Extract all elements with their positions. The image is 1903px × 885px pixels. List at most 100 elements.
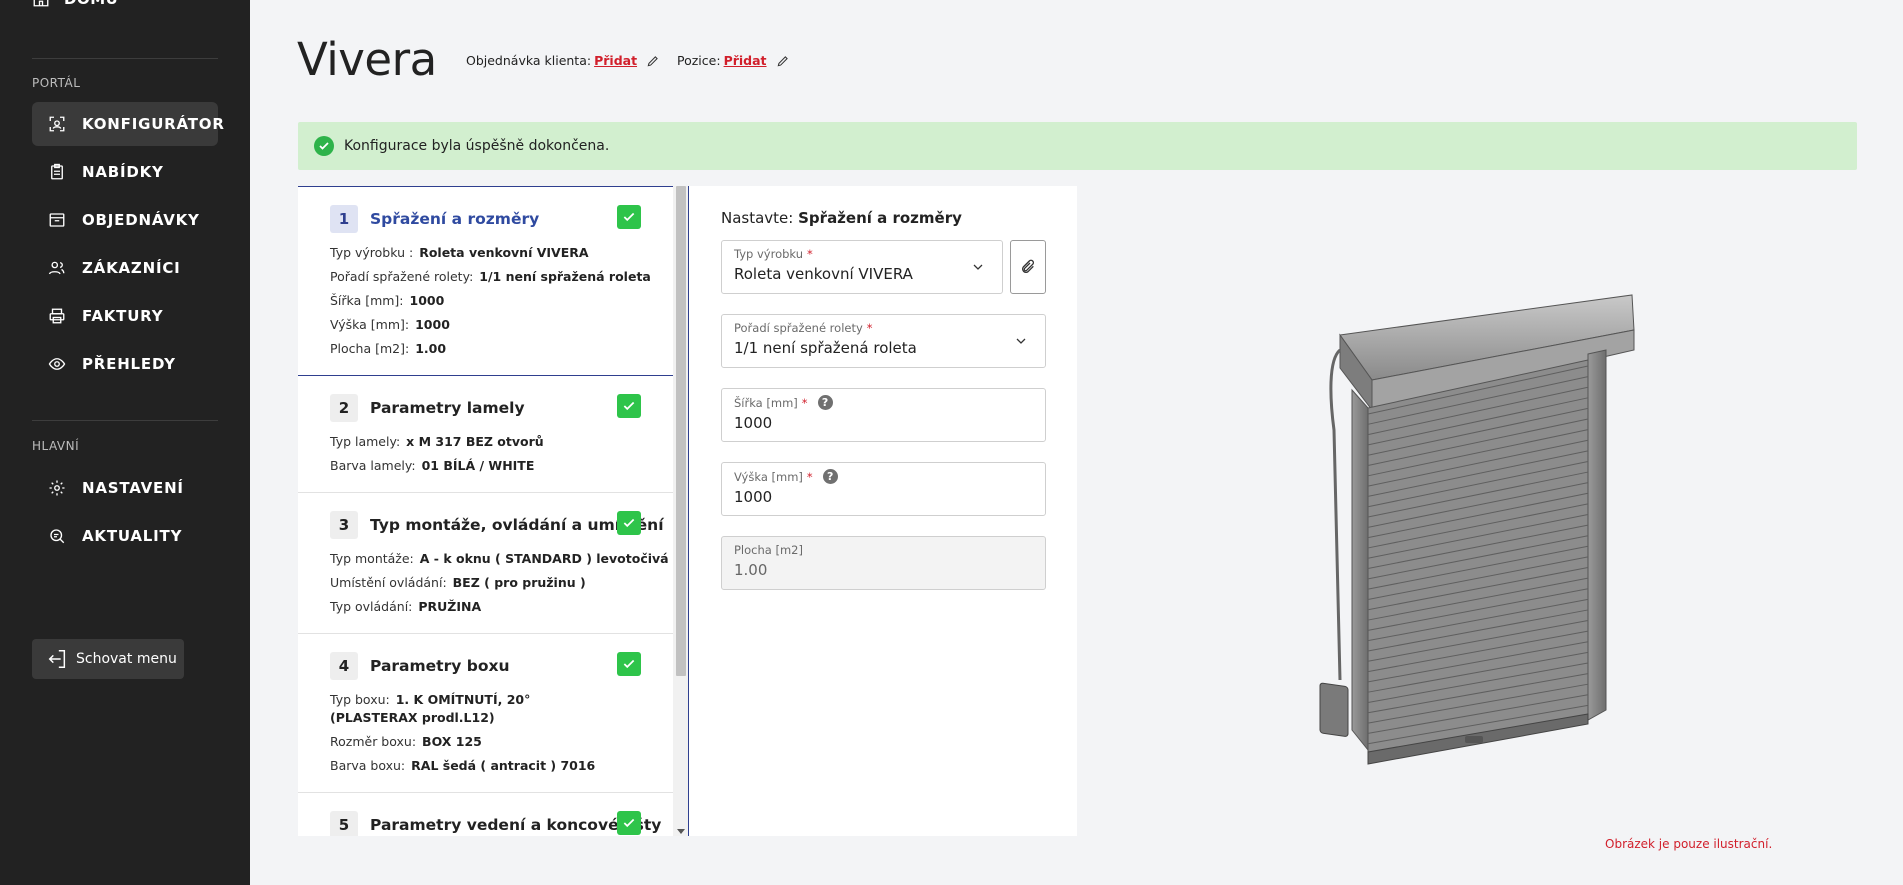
step-title: Parametry lamely (370, 399, 525, 417)
check-icon (617, 652, 641, 676)
step-row: Typ ovládání: PRUŽINA (330, 595, 673, 619)
row-label: Typ ovládání: (330, 599, 413, 614)
step-row: Plocha [m2]: 1.00 (330, 337, 673, 361)
step-2[interactable]: 2 Parametry lamely Typ lamely: x M 317 BE… (298, 376, 673, 493)
row-label: Pořadí spřažené rolety: (330, 269, 474, 284)
row-value: BOX 125 (422, 734, 482, 749)
gear-icon (49, 480, 65, 496)
required-mark: * (807, 247, 813, 261)
row-label: Rozměr boxu: (330, 734, 417, 749)
sidebar-item-home[interactable]: DOMŮ (32, 0, 118, 8)
collapse-menu-icon (48, 650, 66, 668)
step-row: Typ lamely: x M 317 BEZ otvorů (330, 430, 673, 454)
height-input[interactable]: Výška [mm] *? 1000 (721, 462, 1046, 516)
required-mark: * (866, 321, 873, 335)
sidebar-item-label: DOMŮ (64, 0, 118, 8)
step-1[interactable]: 1 Spřažení a rozměry Typ výrobku : Roleta… (298, 186, 673, 376)
news-search-icon (50, 529, 65, 544)
position: Pozice: Přidat (677, 53, 790, 68)
sidebar-section-hlavni: HLAVNÍ (32, 439, 80, 453)
chevron-down-icon (973, 264, 983, 270)
field-value: 1/1 není spřažená roleta (734, 339, 917, 357)
field-value: Roleta venkovní VIVERA (734, 265, 913, 283)
coupled-order-select[interactable]: Pořadí spřažené rolety * 1/1 není spřažen… (721, 314, 1046, 368)
pencil-icon[interactable] (646, 54, 660, 68)
step-row: Barva boxu: RAL šedá ( antracit ) 7016 (330, 754, 673, 778)
clipboard-icon (51, 163, 63, 180)
steps-panel: 1 Spřažení a rozměry Typ výrobku : Roleta… (298, 186, 689, 836)
step-row: Barva lamely: 01 BÍLÁ / WHITE (330, 454, 673, 478)
step-number: 3 (330, 511, 358, 539)
step-row: Pořadí spřažené rolety: 1/1 není spřažená… (330, 265, 673, 289)
paperclip-icon (1022, 259, 1034, 273)
step-title: Spřažení a rozměry (370, 210, 540, 228)
client-order: Objednávka klienta: Přidat (466, 53, 660, 68)
step-3[interactable]: 3 Typ montáže, ovládání a umístění Typ m… (298, 493, 673, 634)
steps-scrollbar[interactable] (673, 186, 689, 836)
step-number: 5 (330, 811, 358, 836)
step-5[interactable]: 5 Parametry vedení a koncové lišty (298, 793, 673, 836)
position-add-link[interactable]: Přidat (724, 53, 767, 68)
sidebar-divider (32, 58, 218, 59)
success-alert: Konfigurace byla úspěšně dokončena. (298, 122, 1857, 170)
check-circle-icon (314, 136, 334, 156)
scan-icon (49, 116, 65, 132)
hide-menu-label: Schovat menu (76, 651, 177, 667)
row-value: 01 BÍLÁ / WHITE (421, 458, 535, 473)
row-value: PRUŽINA (418, 599, 482, 614)
roller-shutter-image (1319, 294, 1635, 765)
product-type-select[interactable]: Typ výrobku * Roleta venkovní VIVERA (721, 240, 1003, 294)
sidebar-item-label: KONFIGURÁTOR (82, 115, 225, 133)
scroll-down-arrow-icon[interactable] (677, 829, 685, 834)
row-value: 1000 (409, 293, 445, 308)
check-icon (617, 811, 641, 835)
step-row: Rozměr boxu: BOX 125 (330, 730, 673, 754)
row-label: Barva lamely: (330, 458, 416, 473)
required-mark: * (801, 395, 808, 410)
row-value: 1/1 není spřažená roleta (479, 269, 651, 284)
client-order-add-link[interactable]: Přidat (594, 53, 637, 68)
field-label: Plocha [m2] (734, 543, 803, 557)
chevron-down-icon (1016, 338, 1026, 344)
check-icon (617, 394, 641, 418)
help-icon[interactable]: ? (817, 395, 833, 410)
row-label: Plocha [m2]: (330, 341, 410, 356)
check-icon (617, 205, 641, 229)
row-value: Roleta venkovní VIVERA (419, 245, 589, 260)
users-icon (48, 261, 65, 275)
form-title: Nastavte: Spřažení a rozměry (721, 209, 962, 227)
row-label: Typ montáže: (330, 551, 414, 566)
sidebar-item-label: PŘEHLEDY (82, 355, 176, 373)
row-label: Typ lamely: (330, 434, 401, 449)
pencil-icon[interactable] (776, 54, 790, 68)
width-input[interactable]: Šířka [mm] *? 1000 (721, 388, 1046, 442)
scrollbar-thumb[interactable] (676, 186, 686, 676)
sidebar-item-faktury[interactable]: FAKTURY (32, 294, 218, 338)
home-icon (33, 0, 49, 7)
check-icon (617, 511, 641, 535)
step-4[interactable]: 4 Parametry boxu Typ boxu: 1. K OMÍTNUTÍ,… (298, 634, 673, 793)
row-label: Umístění ovládání: (330, 575, 447, 590)
attachment-button[interactable] (1010, 240, 1046, 294)
sidebar-item-prehledy[interactable]: PŘEHLEDY (32, 342, 218, 386)
sidebar-item-nabidky[interactable]: NABÍDKY (32, 150, 218, 194)
sidebar-item-label: FAKTURY (82, 307, 164, 325)
form-title-prefix: Nastavte: (721, 209, 794, 227)
step-number: 2 (330, 394, 358, 422)
sidebar-item-nastaveni[interactable]: NASTAVENÍ (32, 466, 218, 510)
row-value: A - k oknu ( STANDARD ) levotočivá (419, 551, 669, 566)
step-row: Typ montáže: A - k oknu ( STANDARD ) levo… (330, 547, 673, 571)
sidebar-item-konfigurator[interactable]: KONFIGURÁTOR (32, 102, 224, 146)
sidebar-item-aktuality[interactable]: AKTUALITY (32, 514, 218, 558)
step-number: 4 (330, 652, 358, 680)
sidebar-item-objednavky[interactable]: OBJEDNÁVKY (32, 198, 218, 242)
row-value: RAL šedá ( antracit ) 7016 (411, 758, 596, 773)
hide-menu-button[interactable]: Schovat menu (32, 639, 184, 679)
row-value: 1.00 (415, 341, 447, 356)
sidebar-item-zakaznici[interactable]: ZÁKAZNÍCI (32, 246, 218, 290)
sidebar-divider (32, 420, 218, 421)
row-value: x M 317 BEZ otvorů (406, 434, 544, 449)
row-label: Barva boxu: (330, 758, 406, 773)
help-icon[interactable]: ? (822, 469, 838, 484)
row-label: Typ výrobku : (330, 245, 414, 260)
